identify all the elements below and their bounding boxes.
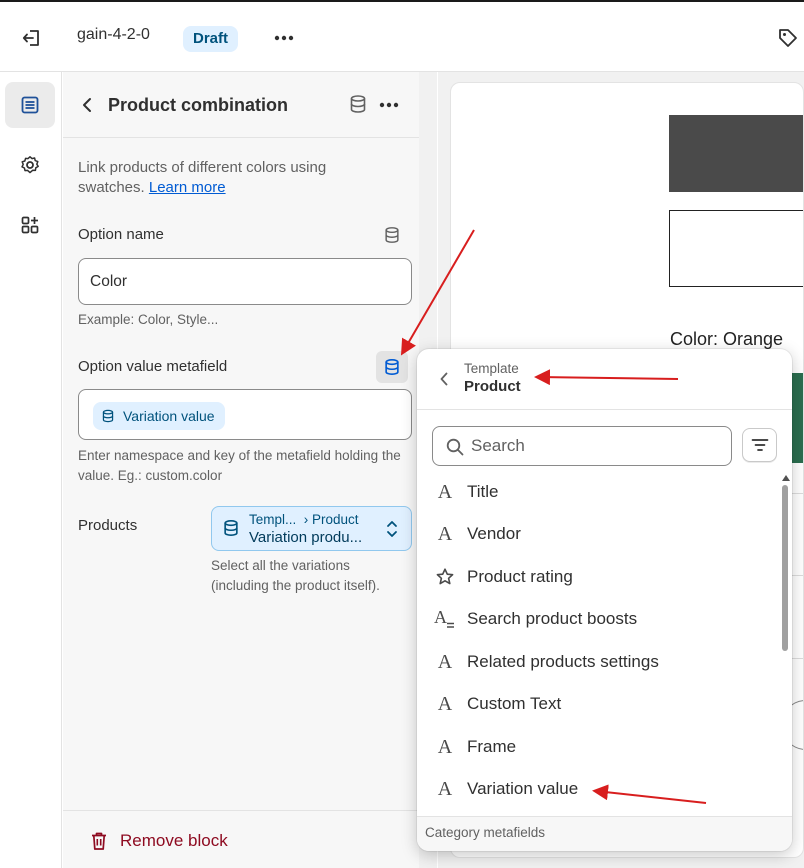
tag-icon[interactable] [776,26,800,50]
search-icon [446,438,464,456]
products-source: Templ... › Product [249,512,359,527]
text-icon: A [437,650,453,673]
popover-scrollbar[interactable] [780,471,792,816]
list-item[interactable]: Product rating [417,556,777,598]
trash-icon [92,832,106,850]
database-icon [102,409,114,423]
text-list-icon: A [434,608,456,630]
database-icon[interactable] [381,224,403,246]
theme-name: gain-4-2-0 [77,26,150,43]
text-icon: A [437,480,453,503]
popover-breadcrumb: Template [464,361,519,376]
section-header: Category metafields [417,816,792,851]
panel-header: Product combination [63,72,419,138]
select-updown-icon[interactable] [386,518,398,545]
more-actions-icon[interactable] [377,94,401,116]
text-icon: A [437,777,453,800]
products-label: Products [78,517,138,534]
products-picker[interactable]: Templ... › Product Variation produ... [211,506,412,551]
database-icon [222,519,240,542]
database-icon[interactable] [348,94,370,116]
sections-icon[interactable] [5,82,55,128]
option-name-label: Option name [78,226,164,243]
text-icon: A [437,735,453,758]
list-item[interactable]: A Frame [417,726,777,768]
status-badge: Draft [183,26,239,52]
metafield-chip-label: Variation value [123,408,215,424]
option-value-label: Option value metafield [78,358,228,375]
metafield-chip[interactable]: Variation value [93,402,225,430]
metafield-picker-popover: Template Product A Title A Vendor Produc… [417,349,792,851]
svg-text:A: A [434,608,447,627]
option-name-help: Example: Color, Style... [78,312,219,327]
remove-block-button[interactable]: Remove block [90,831,228,851]
back-icon[interactable] [435,369,453,389]
block-settings-panel: Product combination Link products of dif… [63,72,790,868]
block-description: Link products of different colors using … [78,159,327,196]
panel-title: Product combination [108,95,288,115]
popover-title: Product [464,378,521,395]
left-rail [0,72,62,868]
scroll-thumb[interactable] [782,485,788,651]
preview-swatch-image[interactable] [792,373,803,463]
exit-icon[interactable] [18,24,46,52]
option-name-value: Color [90,273,128,290]
list-item[interactable]: A Vendor [417,513,777,555]
more-actions-icon[interactable] [270,26,298,50]
list-item[interactable]: A Variation value [417,768,777,810]
search-field[interactable] [432,426,732,466]
list-item[interactable]: A Title [417,471,777,513]
filter-button[interactable] [742,428,777,462]
products-value: Variation produ... [249,529,363,546]
text-icon: A [437,692,453,715]
preview-dark-block [669,115,803,192]
gear-icon[interactable] [5,142,55,188]
option-value-help: Enter namespace and key of the metafield… [78,448,401,483]
text-icon: A [437,522,453,545]
star-icon [434,566,456,588]
scroll-up-icon[interactable] [782,475,790,481]
preview-outline-block [669,210,803,287]
back-icon[interactable] [77,94,97,116]
list-item[interactable]: A Related products settings [417,641,777,683]
popover-header: Template Product [417,349,792,410]
metafield-list: A Title A Vendor Product rating A Search… [417,471,777,816]
remove-block-label: Remove block [120,831,228,850]
filter-icon [751,439,768,451]
preview-color-label: Color: Orange [670,329,784,349]
database-icon[interactable] [376,351,408,383]
learn-more-link[interactable]: Learn more [149,179,226,196]
list-item[interactable]: A Custom Text [417,683,777,725]
panel-footer: Remove block [63,810,419,868]
option-value-field[interactable]: Variation value [78,389,412,440]
option-name-field[interactable]: Color [78,258,412,305]
products-help: Select all the variations (including the… [211,558,380,593]
top-bar: gain-4-2-0 Draft [0,0,804,72]
search-input[interactable] [471,435,721,457]
list-item[interactable]: A Search product boosts [417,598,777,640]
apps-add-icon[interactable] [5,202,55,248]
